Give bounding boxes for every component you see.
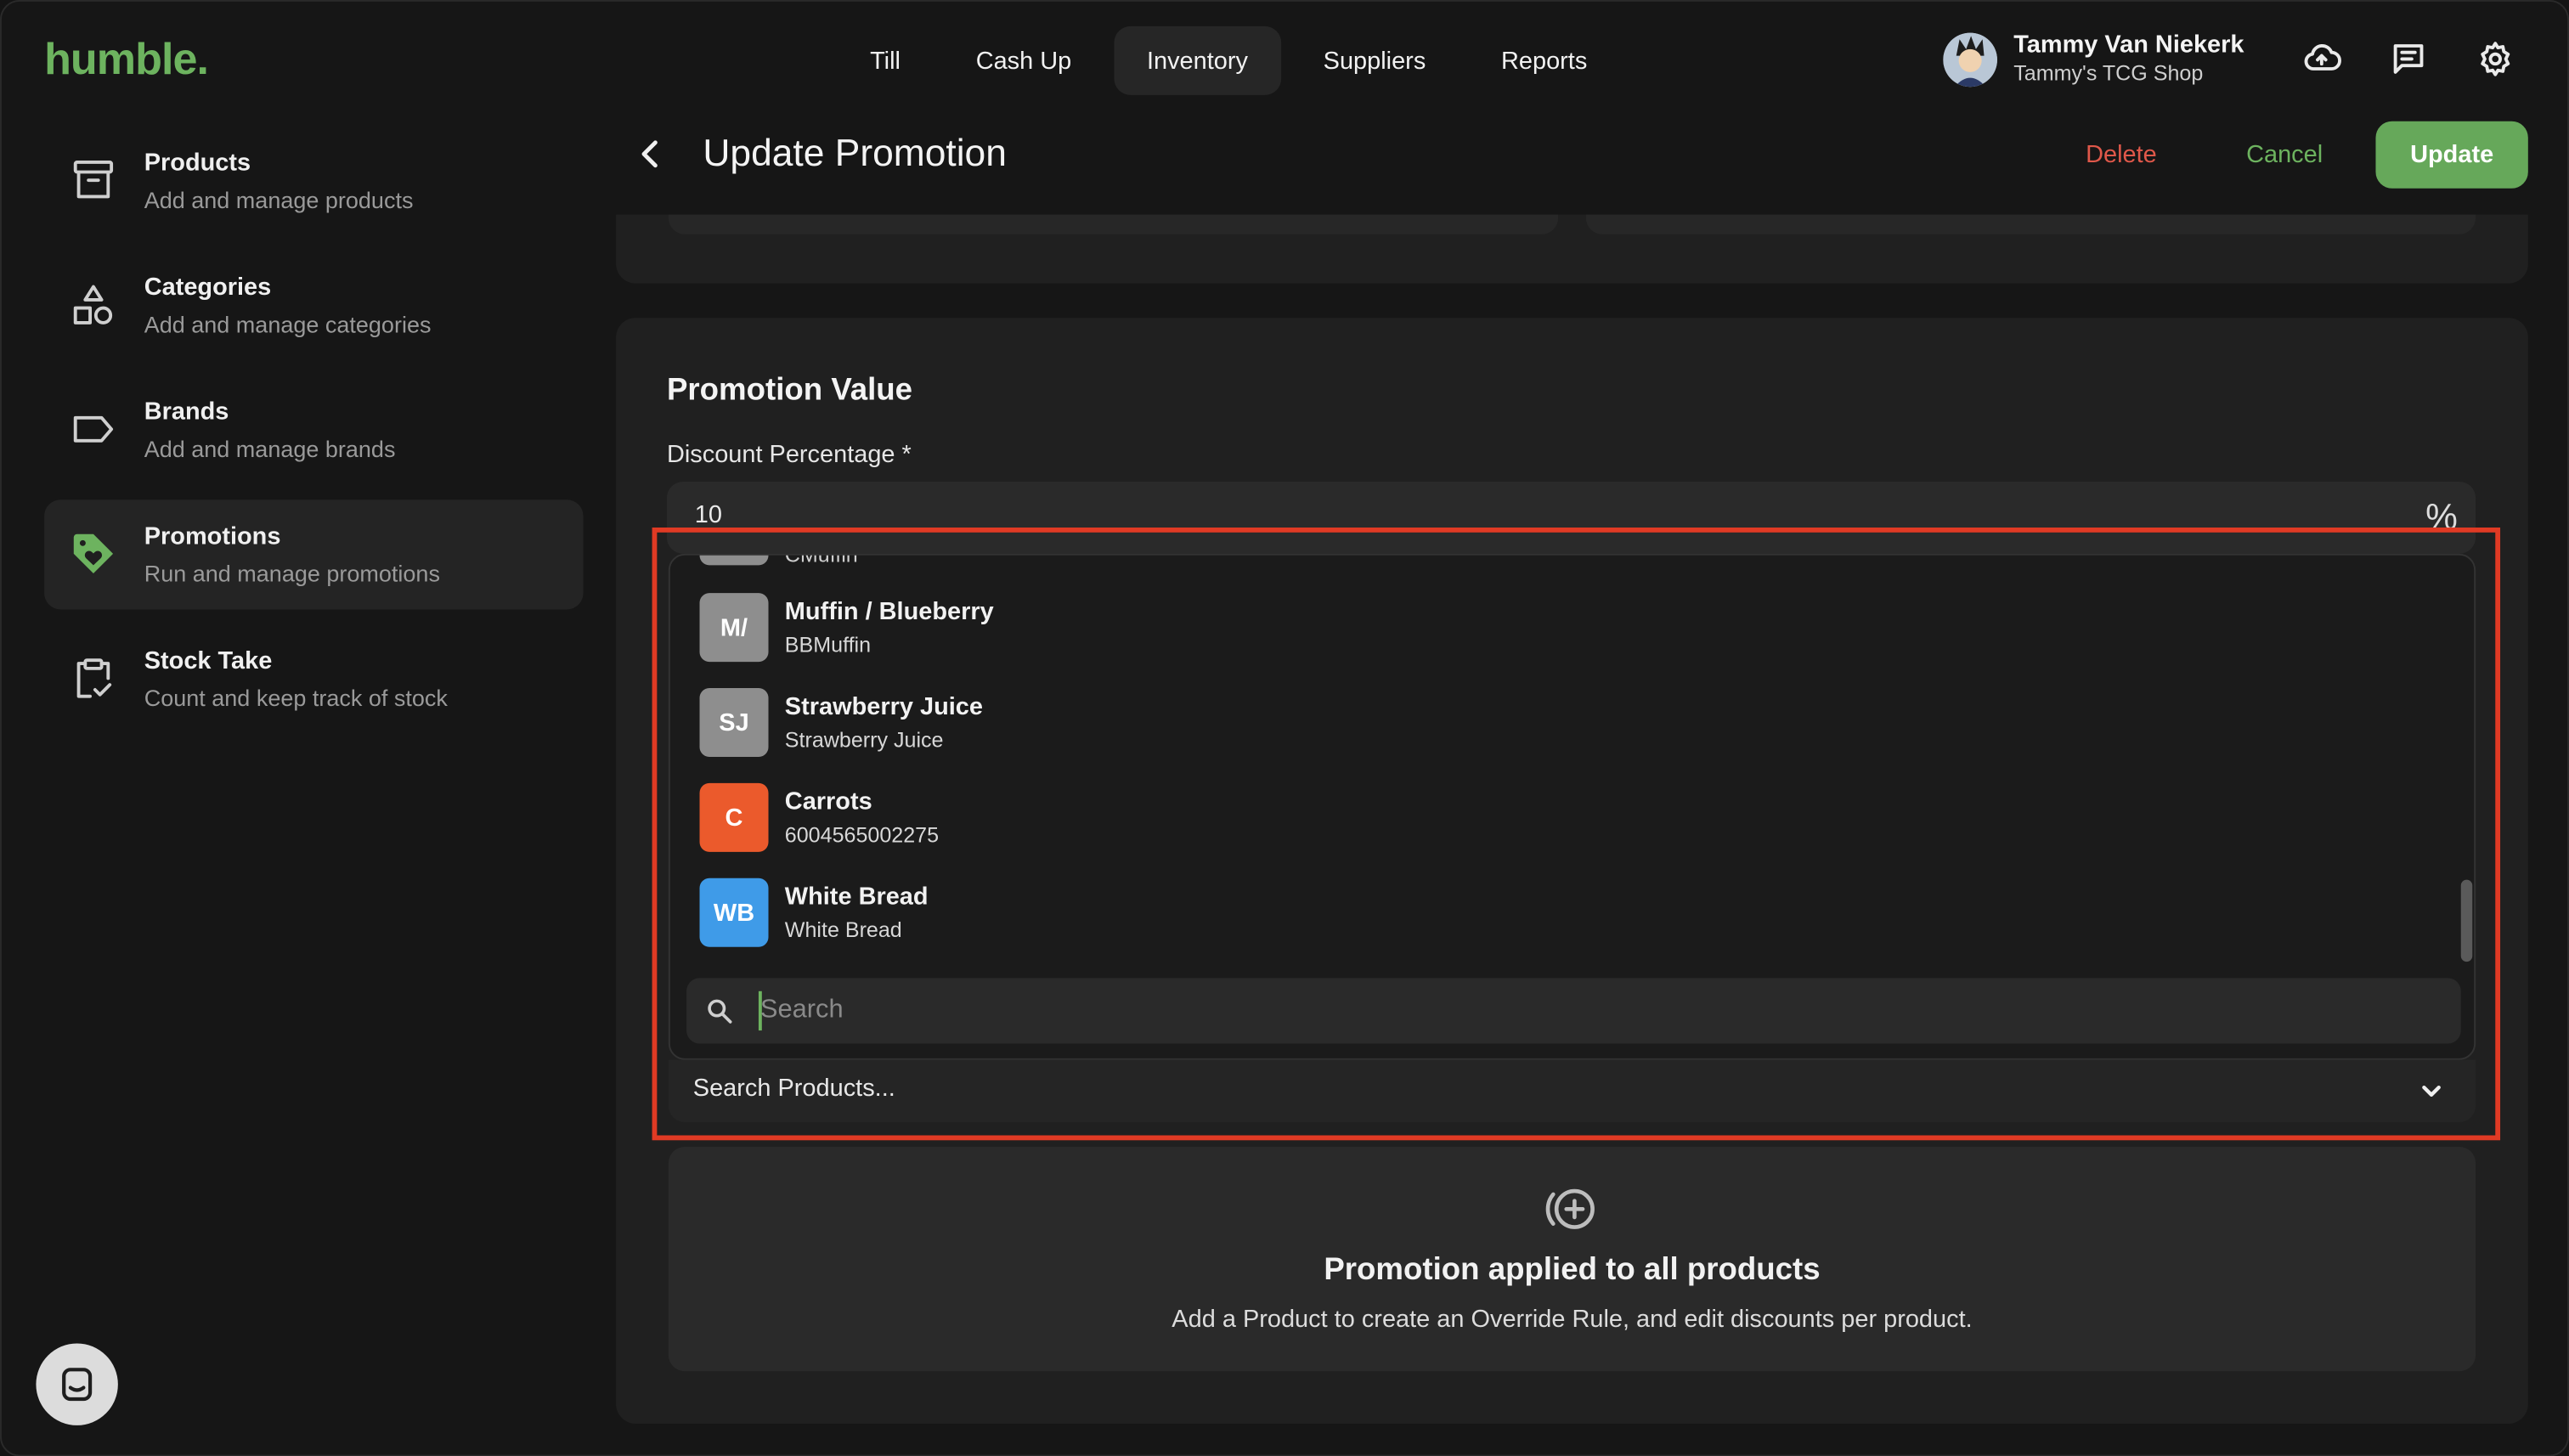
discount-label: Discount Percentage * [666,440,912,469]
tab-till[interactable]: Till [838,26,934,95]
clipboard-check-icon [76,658,112,698]
discount-value: 10 [694,501,722,529]
select-placeholder: Search Products... [692,1075,895,1103]
product-option[interactable]: C Carrots 6004565002275 [699,782,940,852]
product-option-sub: CMuffin [784,553,858,567]
back-arrow-icon[interactable] [631,134,670,173]
sidebar-item-title: Products [144,149,251,178]
delete-button[interactable]: Delete [2073,127,2170,183]
page-title: Update Promotion [703,131,1007,174]
top-actions [2302,39,2515,78]
add-circle-icon[interactable] [1542,1180,1601,1239]
dropdown-search [686,978,2461,1044]
shapes-icon [73,285,113,324]
empty-state-title: Promotion applied to all products [1324,1253,1821,1288]
cancel-button[interactable]: Cancel [2233,127,2336,183]
user-name: Tammy Van Niekerk [2013,31,2244,59]
tab-suppliers[interactable]: Suppliers [1290,26,1459,95]
tag-outline-icon [73,415,114,443]
message-icon[interactable] [2389,39,2428,78]
sidebar-item-products[interactable]: Products Add and manage products [44,127,584,236]
product-badge[interactable] [699,555,769,566]
tab-cash-up[interactable]: Cash Up [943,26,1104,95]
product-option-name: Muffin / Blueberry [784,596,994,625]
percent-icon: % [2425,496,2458,538]
empty-state-subtitle: Add a Product to create an Override Rule… [1172,1306,1973,1334]
product-dropdown: CMuffin M/ Muffin / Blueberry BBMuffin S… [668,553,2476,1060]
product-option[interactable]: SJ Strawberry Juice Strawberry Juice [699,688,983,758]
support-chat-button[interactable] [36,1343,118,1425]
settings-gear-icon[interactable] [2476,39,2515,78]
product-badge: C [699,782,769,852]
product-option-name: Strawberry Juice [784,691,983,720]
chevron-down-icon [2422,1085,2441,1097]
cloud-upload-icon[interactable] [2302,39,2341,78]
sidebar-item-brands[interactable]: Brands Add and manage brands [44,375,584,485]
product-option-sub: Strawberry Juice [784,726,944,752]
product-badge: WB [699,878,769,947]
sidebar-item-categories[interactable]: Categories Add and manage categories [44,251,584,360]
shop-name: Tammy's TCG Shop [2013,60,2204,86]
product-option[interactable]: WB White Bread White Bread [699,878,929,947]
sidebar-item-subtitle: Add and manage brands [144,436,396,462]
avatar [1943,31,1997,87]
discount-percentage-field[interactable]: 10 % [666,482,2476,554]
product-badge: SJ [699,688,769,758]
sidebar-item-title: Promotions [144,522,281,551]
product-option-sub: BBMuffin [784,631,872,657]
user-account[interactable]: Tammy Van Niekerk Tammy's TCG Shop [1943,31,2244,87]
product-option-name: White Bread [784,882,929,911]
sidebar-item-title: Brands [144,398,229,426]
product-option-sub: 6004565002275 [784,821,940,847]
sidebar-item-stock-take[interactable]: Stock Take Count and keep track of stock [44,624,584,734]
promo-tag-icon [73,533,114,574]
chat-icon [62,1368,93,1402]
archive-box-icon [73,161,114,199]
empty-state: Promotion applied to all products Add a … [668,1147,2476,1372]
search-products-select[interactable]: Search Products... [668,1059,2476,1123]
tab-reports[interactable]: Reports [1468,26,1619,95]
product-option-sub: White Bread [784,917,902,941]
search-input[interactable] [759,978,2399,1044]
product-option-name: Carrots [784,787,872,815]
product-option[interactable]: M/ Muffin / Blueberry BBMuffin [699,593,994,663]
dropdown-scrollbar[interactable] [2460,879,2473,962]
search-icon [708,999,732,1024]
details-card [616,214,2528,284]
sidebar-item-subtitle: Add and manage products [144,186,414,213]
sidebar-item-subtitle: Count and keep track of stock [144,685,448,712]
sidebar-item-title: Categories [144,274,272,302]
app-logo[interactable]: humble. [44,35,209,86]
product-badge: M/ [699,593,769,663]
tab-inventory[interactable]: Inventory [1114,25,1281,95]
sidebar-item-subtitle: Add and manage categories [144,311,432,338]
details-field[interactable] [668,214,1559,234]
app-window: humble. Till Cash Up Inventory Suppliers… [0,0,2569,1456]
top-navigation: Till Cash Up Inventory Suppliers Reports [838,25,1620,95]
section-title: Promotion Value [666,373,913,409]
sidebar-item-title: Stock Take [144,646,273,675]
update-button[interactable]: Update [2375,121,2528,189]
sidebar-item-subtitle: Run and manage promotions [144,560,440,587]
sidebar-item-promotions[interactable]: Promotions Run and manage promotions [44,499,584,610]
sidebar: Products Add and manage products Categor… [44,127,584,749]
details-field[interactable] [1585,214,2476,234]
